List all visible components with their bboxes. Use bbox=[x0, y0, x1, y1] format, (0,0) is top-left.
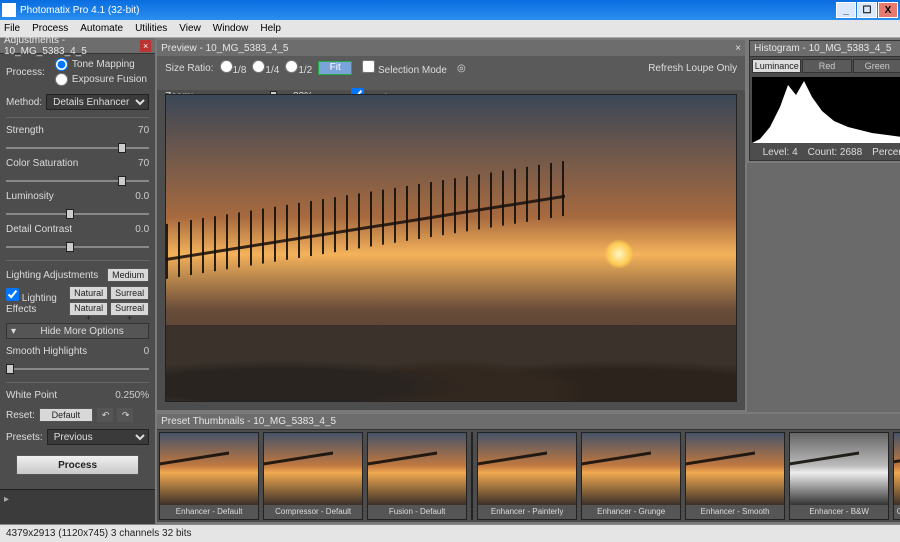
workspace-background bbox=[747, 163, 900, 412]
method-select[interactable]: Details Enhancer bbox=[46, 94, 149, 110]
menu-window[interactable]: Window bbox=[213, 23, 249, 34]
size-ratio-label: Size Ratio: bbox=[165, 63, 213, 74]
presets-label: Presets: bbox=[6, 432, 43, 443]
menu-file[interactable]: File bbox=[4, 23, 20, 34]
preset-row[interactable]: Enhancer - Default Compressor - Default … bbox=[157, 430, 900, 522]
whitepoint-label: White Point bbox=[6, 390, 57, 401]
reset-default-button[interactable]: Default bbox=[39, 408, 93, 422]
menu-automate[interactable]: Automate bbox=[80, 23, 123, 34]
ratio-14[interactable]: 1/4 bbox=[252, 60, 279, 76]
luminosity-value: 0.0 bbox=[115, 191, 149, 202]
selection-mode-checkbox[interactable]: Selection Mode bbox=[362, 60, 447, 76]
menu-process[interactable]: Process bbox=[32, 23, 68, 34]
hist-tab-luminance[interactable]: Luminance bbox=[752, 59, 801, 73]
process-label: Process: bbox=[6, 67, 45, 78]
detail-value: 0.0 bbox=[115, 224, 149, 235]
hist-tab-red[interactable]: Red bbox=[802, 59, 851, 73]
close-button[interactable]: X bbox=[878, 2, 898, 18]
luminosity-label: Luminosity bbox=[6, 191, 54, 202]
colorsat-label: Color Saturation bbox=[6, 158, 78, 169]
radio-tone-mapping[interactable]: Tone Mapping bbox=[55, 58, 147, 71]
lighting-effects-checkbox[interactable]: Lighting Effects bbox=[6, 288, 65, 315]
adjustments-panel: Adjustments - 10_MG_5383_4_5 × Process: … bbox=[0, 38, 155, 524]
titlebar: Photomatix Pro 4.1 (32-bit) _ ☐ X bbox=[0, 0, 900, 20]
smooth-label: Smooth Highlights bbox=[6, 346, 87, 357]
strength-label: Strength bbox=[6, 125, 44, 136]
lighting-naturalplus-button[interactable]: Natural + bbox=[69, 302, 108, 316]
app-icon bbox=[2, 3, 16, 17]
preview-close-icon[interactable]: × bbox=[735, 43, 741, 54]
lighting-medium-button[interactable]: Medium bbox=[107, 268, 149, 282]
status-text: 4379x2913 (1120x745) 3 channels 32 bits bbox=[6, 528, 192, 539]
reset-label: Reset: bbox=[6, 410, 35, 421]
hist-level: Level: 4 bbox=[763, 147, 798, 158]
preset-thumbnails-panel: Preset Thumbnails - 10_MG_5383_4_5× Enha… bbox=[157, 414, 900, 522]
radio-exposure-fusion[interactable]: Exposure Fusion bbox=[55, 73, 147, 86]
statusbar: 4379x2913 (1120x745) 3 channels 32 bits bbox=[0, 524, 900, 542]
strength-value: 70 bbox=[115, 125, 149, 136]
preset-title: Preset Thumbnails - 10_MG_5383_4_5 bbox=[161, 416, 336, 427]
target-icon[interactable]: ◎ bbox=[457, 63, 466, 74]
whitepoint-value: 0.250% bbox=[105, 390, 149, 401]
preset-thumb[interactable]: Enhancer - Painterly bbox=[477, 432, 577, 520]
lighting-natural-button[interactable]: Natural bbox=[69, 286, 108, 300]
redo-button[interactable]: ↷ bbox=[117, 408, 133, 422]
preset-thumb[interactable]: Compressor - Default bbox=[263, 432, 363, 520]
adjustments-close-icon[interactable]: × bbox=[140, 40, 151, 52]
preset-thumb[interactable]: Enhancer - Default bbox=[159, 432, 259, 520]
ratio-18[interactable]: 1/8 bbox=[220, 60, 247, 76]
minimize-button[interactable]: _ bbox=[836, 2, 856, 18]
maximize-button[interactable]: ☐ bbox=[857, 2, 877, 18]
histogram-graph bbox=[752, 77, 900, 143]
hist-percentile: Percentile: 0.88 bbox=[872, 147, 900, 158]
preset-thumb[interactable]: Enhancer - Grunge bbox=[581, 432, 681, 520]
colorsat-value: 70 bbox=[115, 158, 149, 169]
colorsat-slider[interactable] bbox=[6, 175, 149, 187]
preset-thumb[interactable]: Enhancer - Smooth bbox=[685, 432, 785, 520]
refresh-loupe-label[interactable]: Refresh Loupe Only bbox=[648, 63, 737, 74]
process-button[interactable]: Process bbox=[16, 455, 139, 475]
hist-count: Count: 2688 bbox=[808, 147, 863, 158]
preview-toolbar: Size Ratio: 1/8 1/4 1/2 Fit Selection Mo… bbox=[157, 56, 745, 90]
lighting-surrealplus-button[interactable]: Surreal + bbox=[110, 302, 149, 316]
strength-slider[interactable] bbox=[6, 142, 149, 154]
detail-label: Detail Contrast bbox=[6, 224, 72, 235]
chevron-down-icon: ▾ bbox=[11, 326, 16, 337]
method-label: Method: bbox=[6, 97, 42, 108]
histogram-title: Histogram - 10_MG_5383_4_5 bbox=[754, 43, 891, 54]
menu-help[interactable]: Help bbox=[260, 23, 281, 34]
preview-title: Preview - 10_MG_5383_4_5 × bbox=[157, 40, 745, 56]
hide-more-options-button[interactable]: ▾Hide More Options bbox=[6, 323, 149, 339]
preview-image[interactable] bbox=[165, 94, 737, 402]
smooth-slider[interactable] bbox=[6, 363, 149, 375]
adjustments-title: Adjustments - 10_MG_5383_4_5 × bbox=[0, 38, 155, 54]
sidebar-strip: ▸ bbox=[0, 489, 155, 524]
fit-button[interactable]: Fit bbox=[318, 61, 352, 75]
app-title: Photomatix Pro 4.1 (32-bit) bbox=[20, 5, 140, 16]
histogram-panel: Histogram - 10_MG_5383_4_5× Luminance Re… bbox=[749, 40, 900, 161]
preset-thumb[interactable]: Fusion - Default bbox=[367, 432, 467, 520]
luminosity-slider[interactable] bbox=[6, 208, 149, 220]
lighting-surreal-button[interactable]: Surreal bbox=[110, 286, 149, 300]
detail-slider[interactable] bbox=[6, 241, 149, 253]
ratio-12[interactable]: 1/2 bbox=[285, 60, 312, 76]
smooth-value: 0 bbox=[115, 346, 149, 357]
menu-view[interactable]: View bbox=[179, 23, 201, 34]
presets-select[interactable]: Previous bbox=[47, 429, 149, 445]
undo-button[interactable]: ↶ bbox=[97, 408, 113, 422]
triangle-icon: ▸ bbox=[4, 494, 9, 505]
preview-panel: Preview - 10_MG_5383_4_5 × Size Ratio: 1… bbox=[157, 40, 745, 410]
hist-tab-green[interactable]: Green bbox=[853, 59, 900, 73]
preset-thumb[interactable]: Compressor - I bbox=[893, 432, 900, 520]
lighting-adjustments-label: Lighting Adjustments bbox=[6, 270, 98, 281]
preset-thumb[interactable]: Enhancer - B&W bbox=[789, 432, 889, 520]
menu-utilities[interactable]: Utilities bbox=[135, 23, 167, 34]
